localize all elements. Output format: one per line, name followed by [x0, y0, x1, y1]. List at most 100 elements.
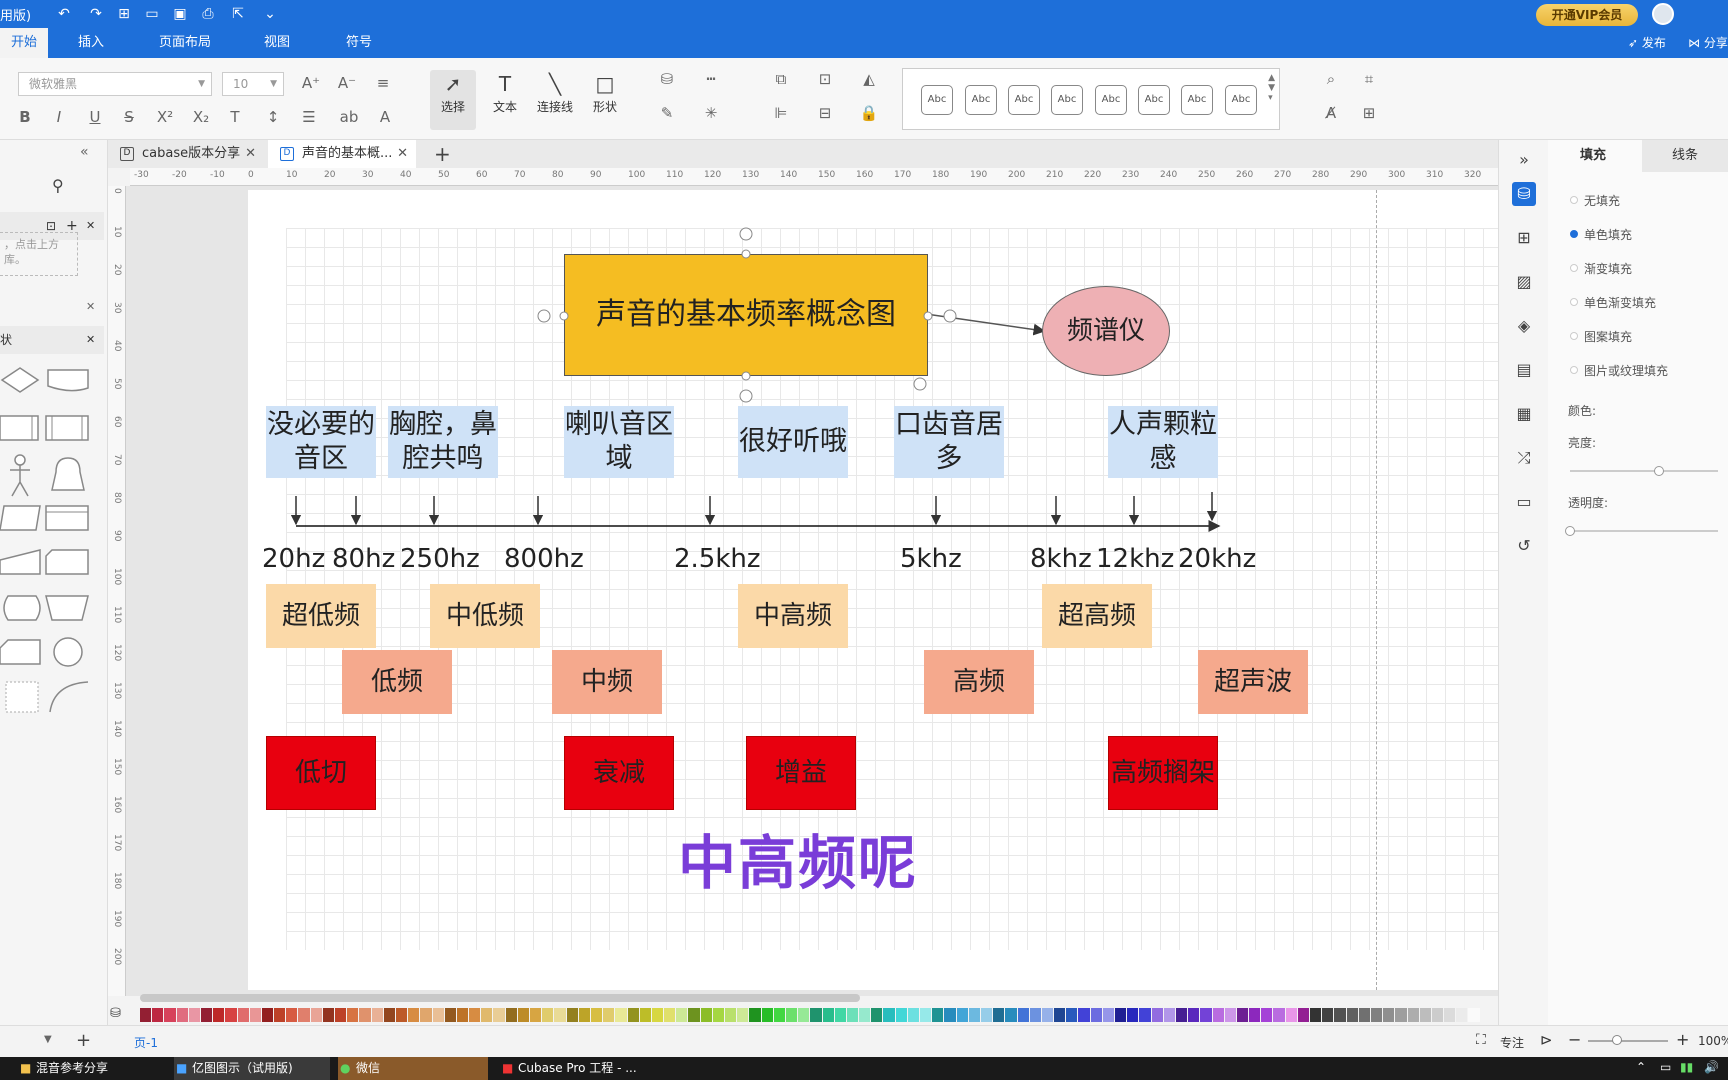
- print-icon[interactable]: ⎙: [198, 4, 218, 24]
- replace-icon[interactable]: ⊞: [1358, 102, 1380, 124]
- subscript-icon[interactable]: X₂: [190, 106, 212, 128]
- color-swatch[interactable]: [1200, 1008, 1212, 1022]
- eq-action-box[interactable]: 高频搁架: [1108, 736, 1218, 810]
- color-swatch[interactable]: [1370, 1008, 1383, 1022]
- open-folder-icon[interactable]: ▭: [142, 4, 162, 24]
- focus-icon[interactable]: ⛶: [1476, 1032, 1486, 1048]
- color-swatch[interactable]: [335, 1008, 347, 1022]
- color-swatch[interactable]: [737, 1008, 749, 1022]
- format-painter-icon[interactable]: A̸: [1320, 102, 1342, 124]
- grid-icon[interactable]: ⊞: [1512, 226, 1536, 250]
- style-sample[interactable]: Abc: [965, 85, 997, 115]
- color-swatch[interactable]: [1273, 1008, 1285, 1022]
- color-swatch[interactable]: [1346, 1008, 1358, 1022]
- color-swatch[interactable]: [785, 1008, 798, 1022]
- color-swatch[interactable]: [444, 1008, 456, 1022]
- color-swatch[interactable]: [603, 1008, 615, 1022]
- redo-icon[interactable]: ↷: [86, 4, 106, 24]
- color-swatch[interactable]: [1297, 1008, 1309, 1022]
- shape-library-grid[interactable]: [0, 360, 104, 720]
- align-objects-icon[interactable]: ⊫: [770, 102, 792, 124]
- layers-icon[interactable]: ◈: [1512, 314, 1536, 338]
- close-tab-icon[interactable]: ✕: [397, 140, 408, 168]
- vip-button[interactable]: 开通VIP会员: [1536, 4, 1638, 26]
- color-swatch[interactable]: [798, 1008, 810, 1022]
- color-swatch[interactable]: [773, 1008, 785, 1022]
- eq-action-box[interactable]: 衰减: [564, 736, 674, 810]
- shuffle-icon[interactable]: ⤮: [1512, 446, 1536, 470]
- color-swatch[interactable]: [761, 1008, 773, 1022]
- drawing-canvas[interactable]: 声音的基本频率概念图 频谱仪 没必要的音区 胸腔，鼻腔共鸣 喇叭音区域 很好听哦…: [126, 186, 1498, 996]
- style-sample[interactable]: Abc: [921, 85, 953, 115]
- style-sample[interactable]: Abc: [1138, 85, 1170, 115]
- color-swatch[interactable]: [408, 1008, 420, 1022]
- color-swatch[interactable]: [1090, 1008, 1102, 1022]
- color-swatch[interactable]: [1322, 1008, 1334, 1022]
- color-swatch[interactable]: [700, 1008, 712, 1022]
- tray-up-icon[interactable]: ⌃: [1636, 1060, 1646, 1074]
- radio-picture-fill[interactable]: [1570, 366, 1578, 374]
- superscript-icon[interactable]: X²: [154, 106, 176, 128]
- band-box[interactable]: 超声波: [1198, 650, 1308, 714]
- desc-box[interactable]: 很好听哦: [738, 406, 848, 478]
- color-swatch[interactable]: [968, 1008, 980, 1022]
- color-swatch[interactable]: [1249, 1008, 1261, 1022]
- radio-gradient-fill[interactable]: [1570, 264, 1578, 272]
- color-swatch[interactable]: [1456, 1008, 1468, 1022]
- color-swatch[interactable]: [907, 1008, 919, 1022]
- tab-page-layout[interactable]: 页面布局: [150, 28, 220, 58]
- taskbar-item[interactable]: ■ Cubase Pro 工程 - ...: [500, 1057, 660, 1080]
- color-swatch[interactable]: [1310, 1008, 1322, 1022]
- text-tool[interactable]: T 文本: [482, 70, 528, 130]
- band-box[interactable]: 高频: [924, 650, 1034, 714]
- presentation-icon[interactable]: ▭: [1512, 490, 1536, 514]
- color-swatch[interactable]: [932, 1008, 944, 1022]
- brightness-slider[interactable]: [1570, 466, 1718, 476]
- color-swatch[interactable]: [566, 1008, 578, 1022]
- color-swatch[interactable]: [834, 1008, 846, 1022]
- color-swatch[interactable]: [200, 1008, 213, 1022]
- color-swatch[interactable]: [578, 1008, 590, 1022]
- band-box[interactable]: 中低频: [430, 584, 540, 648]
- desc-box[interactable]: 人声颗粒感: [1108, 406, 1218, 478]
- shape-tool[interactable]: □ 形状: [582, 70, 628, 130]
- slider-knob[interactable]: [1612, 1035, 1622, 1045]
- color-swatch[interactable]: [249, 1008, 261, 1022]
- fill-bucket-icon[interactable]: ⛁: [1512, 182, 1536, 206]
- image-icon[interactable]: ▨: [1512, 270, 1536, 294]
- zoom-out-icon[interactable]: −: [1568, 1030, 1581, 1049]
- desc-box[interactable]: 喇叭音区域: [564, 406, 674, 478]
- distribute-icon[interactable]: ⊟: [814, 102, 836, 124]
- fill-option[interactable]: 单色渐变填充: [1584, 294, 1656, 311]
- font-family-select[interactable]: 微软雅黑 ▼: [18, 72, 212, 96]
- new-tab-icon[interactable]: +: [434, 142, 451, 166]
- color-swatch[interactable]: [542, 1008, 554, 1022]
- eq-action-box[interactable]: 增益: [746, 736, 856, 810]
- color-swatch[interactable]: [1163, 1008, 1175, 1022]
- color-swatch[interactable]: [871, 1008, 883, 1022]
- color-swatch[interactable]: [1431, 1008, 1444, 1022]
- new-icon[interactable]: ⊞: [114, 4, 134, 24]
- play-icon[interactable]: ⊳: [1540, 1031, 1553, 1049]
- radio-single-gradient[interactable]: [1570, 298, 1578, 306]
- style-sample[interactable]: Abc: [1051, 85, 1083, 115]
- color-swatch[interactable]: [1078, 1008, 1090, 1022]
- color-swatch[interactable]: [1005, 1008, 1017, 1022]
- color-swatch[interactable]: [1151, 1008, 1163, 1022]
- usb-icon[interactable]: ▭: [1660, 1060, 1671, 1074]
- style-sample[interactable]: Abc: [1181, 85, 1213, 115]
- page-tab[interactable]: 页-1: [134, 1034, 158, 1051]
- color-swatch[interactable]: [1102, 1008, 1114, 1022]
- color-swatch[interactable]: [481, 1008, 493, 1022]
- radio-solid-fill[interactable]: [1570, 230, 1578, 238]
- connector-tool[interactable]: ╲ 连接线: [532, 70, 578, 130]
- tab-line[interactable]: 线条: [1642, 140, 1728, 172]
- color-swatch[interactable]: [359, 1008, 371, 1022]
- color-swatch[interactable]: [530, 1008, 542, 1022]
- bold-icon[interactable]: B: [14, 106, 36, 128]
- color-swatch[interactable]: [1407, 1008, 1419, 1022]
- color-swatch[interactable]: [1261, 1008, 1273, 1022]
- desc-box[interactable]: 没必要的音区: [266, 406, 376, 478]
- crop-icon[interactable]: ⌗: [1358, 68, 1380, 90]
- color-swatch[interactable]: [664, 1008, 676, 1022]
